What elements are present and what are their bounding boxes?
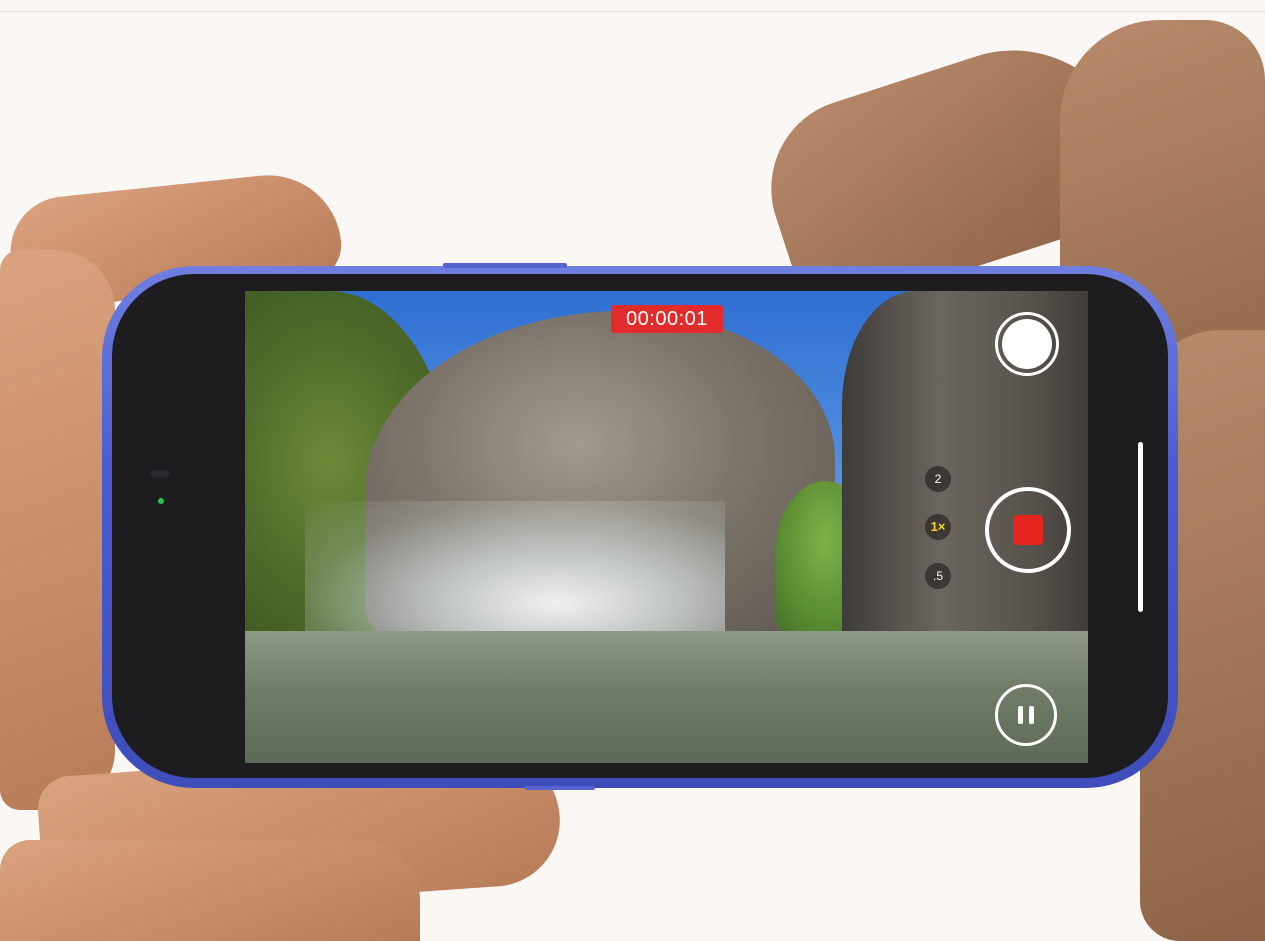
home-indicator[interactable]	[1138, 442, 1143, 612]
pause-icon	[1018, 706, 1023, 724]
zoom-05x-button[interactable]: .5	[925, 563, 951, 589]
top-divider	[0, 11, 1265, 12]
left-hand-palm	[0, 250, 115, 810]
product-photo-scene: 00:00:01 2 1× .5	[0, 0, 1265, 941]
volume-button	[443, 263, 567, 268]
mic-indicator-dot	[158, 498, 164, 504]
record-stop-button[interactable]	[985, 487, 1071, 573]
zoom-2x-button[interactable]: 2	[925, 466, 951, 492]
zoom-1x-button[interactable]: 1×	[925, 514, 951, 540]
stop-record-icon	[1013, 515, 1043, 545]
front-sensor	[150, 470, 170, 477]
photo-shutter-button[interactable]	[995, 312, 1059, 376]
camera-viewfinder[interactable]	[245, 291, 1088, 763]
left-hand-bottom	[0, 840, 420, 941]
shutter-icon	[1002, 319, 1052, 369]
viewfinder-water	[245, 631, 1088, 763]
recording-timer: 00:00:01	[611, 305, 723, 333]
bottom-button	[525, 786, 595, 790]
pause-recording-button[interactable]	[995, 684, 1057, 746]
pause-icon-bar	[1029, 706, 1034, 724]
